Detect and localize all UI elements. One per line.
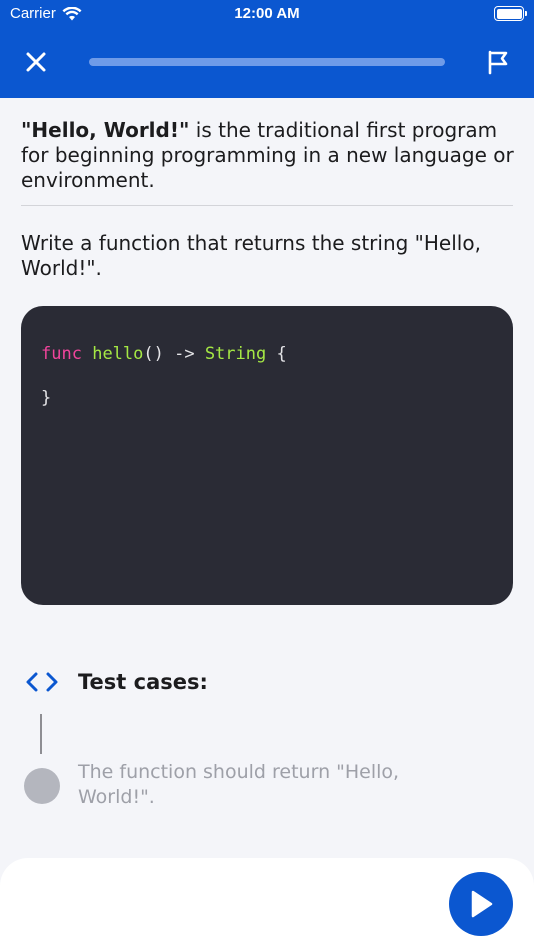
close-button[interactable] [22,48,50,76]
play-icon [471,890,493,918]
test-cases-header: Test cases: [24,668,208,696]
code-function-name: hello [92,344,144,364]
test-status-dot [24,768,60,804]
code-return-type: String [204,344,267,364]
code-line: } [41,386,493,410]
timeline-connector [40,714,42,754]
task-description: Write a function that returns the string… [21,231,481,280]
run-code-button[interactable] [449,872,513,936]
code-close-brace: } [41,388,52,408]
code-line: func hello() -> String { [41,342,493,366]
code-brackets-icon [26,672,58,692]
lesson-intro: "Hello, World!" is the traditional first… [21,118,515,193]
intro-highlight: "Hello, World!" [21,118,190,142]
nav-bar [0,28,534,98]
test-case-item: The function should return "Hello, World… [24,760,494,810]
test-case-text: The function should return "Hello, World… [78,761,400,808]
bottom-action-bar [0,858,534,950]
report-flag-button[interactable] [484,48,512,76]
battery-icon [494,6,527,21]
lesson-progress-bar [89,58,445,66]
code-keyword: func [41,344,82,364]
status-time: 12:00 AM [234,5,300,22]
close-icon [26,52,46,72]
code-open-brace: { [266,344,287,364]
status-bar: Carrier 12:00 AM [0,0,534,28]
divider [21,205,513,206]
lesson-progress-fill [89,58,445,66]
flag-icon [488,50,508,75]
code-editor[interactable]: func hello() -> String { } [21,306,513,605]
test-cases-title: Test cases: [78,670,208,694]
code-signature: () -> [143,344,205,364]
